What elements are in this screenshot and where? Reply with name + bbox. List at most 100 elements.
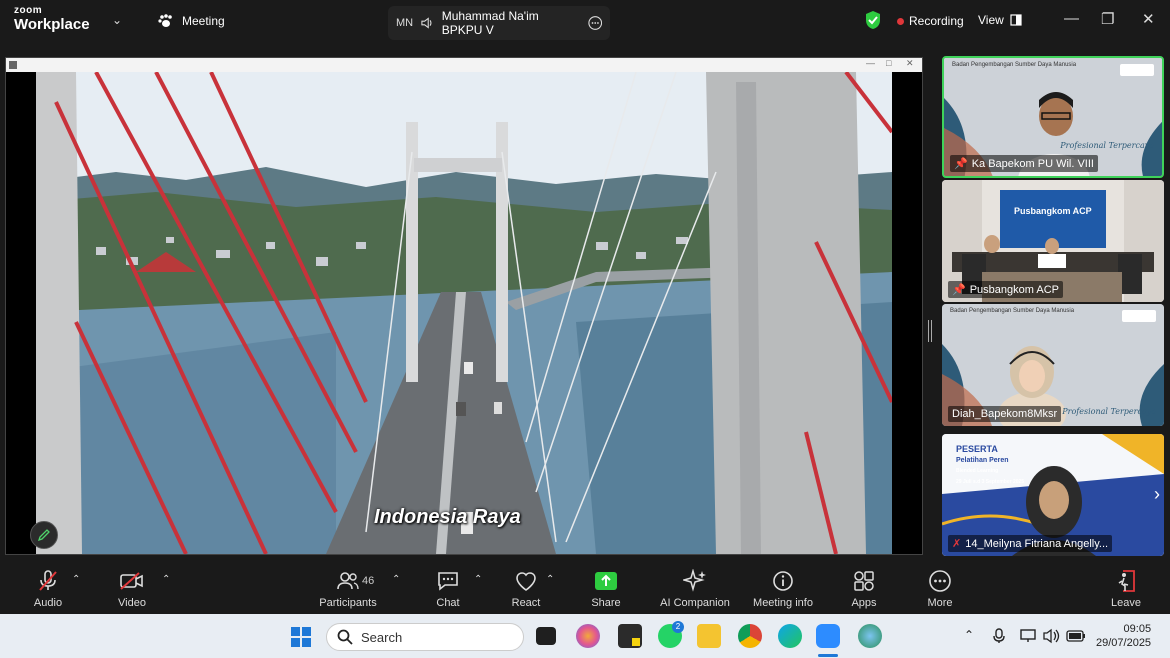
participant-name-label: Pusbangkom ACP (969, 283, 1059, 296)
info-icon (773, 571, 793, 591)
network-icon[interactable] (1020, 628, 1038, 644)
banner-title: PESERTA (956, 444, 998, 454)
recording-indicator[interactable]: Recording (897, 14, 964, 28)
meeting-menu[interactable]: Meeting (158, 14, 225, 28)
ai-companion-label: AI Companion (660, 597, 730, 609)
pin-icon: 📌 (952, 284, 966, 296)
sticky-notes-icon[interactable] (618, 624, 642, 648)
participant-tile[interactable]: Badan Pengembangan Sumber Daya Manusia P… (942, 304, 1164, 426)
shared-minimize-icon: — (866, 58, 875, 68)
active-app-indicator (818, 654, 838, 657)
slogan-text: Profesional Terpercaya (1062, 407, 1156, 416)
audio-label: Audio (33, 597, 63, 609)
more-button[interactable]: More (918, 568, 962, 609)
banner-subtitle-2: Blended Learning (956, 468, 999, 474)
annotate-button[interactable] (30, 521, 58, 549)
clock-date: 29/07/2025 (1096, 637, 1152, 649)
participant-name: Diah_Bapekom8Mksr (948, 406, 1062, 422)
react-button[interactable]: React (504, 568, 548, 609)
meeting-label: Meeting (182, 14, 225, 28)
ai-companion-button[interactable]: AI Companion (656, 568, 734, 609)
recording-label: Recording (909, 14, 964, 28)
leave-button[interactable]: Leave (1104, 568, 1148, 609)
people-icon (337, 572, 359, 590)
panel-resize-handle[interactable] (928, 320, 932, 342)
paw-icon (158, 14, 172, 27)
tray-mic-icon[interactable] (992, 628, 1006, 644)
search-icon (337, 629, 353, 645)
share-button[interactable]: Share (584, 568, 628, 609)
active-speaker-pill[interactable]: MN Muhammad Na'im BPKPU V (388, 6, 610, 40)
restore-icon[interactable]: ❐ (1101, 10, 1114, 28)
participant-name: ✗ 14_Meilyna Fitriana Angelly... (948, 535, 1113, 552)
shared-window-titlebar: — □ ✕ (6, 58, 922, 72)
task-view-icon[interactable] (536, 627, 556, 645)
grid-view-icon (1010, 14, 1022, 26)
meeting-info-button[interactable]: Meeting info (748, 568, 818, 609)
slogan-text: Profesional Terpercaya (1060, 141, 1154, 150)
app-brand[interactable]: zoom Workplace (14, 6, 90, 33)
more-dots-icon (929, 570, 951, 592)
banner-subtitle: Pelatihan Peren (956, 457, 1009, 464)
audio-button[interactable]: Audio (26, 568, 70, 609)
windows-taskbar: Search 2 ⌃ 09:05 29/07/2025 (0, 614, 1170, 658)
bridge-scene (36, 72, 892, 554)
apps-label: Apps (851, 597, 877, 609)
globe-app-icon[interactable] (858, 624, 882, 648)
close-icon[interactable]: ✕ (1142, 10, 1155, 28)
participant-tile[interactable]: Pusbangkom ACP 📌 Pusbangkom ACP (942, 180, 1164, 302)
chat-options-caret-icon[interactable]: ⌃ (474, 574, 482, 585)
more-label: More (927, 597, 953, 609)
video-button[interactable]: Video (110, 568, 154, 609)
next-page-icon[interactable]: › (1154, 484, 1160, 505)
more-options-icon[interactable] (587, 15, 602, 31)
participant-name-label: Diah_Bapekom8Mksr (952, 408, 1058, 420)
ministry-logo (1120, 64, 1154, 76)
chevron-down-icon[interactable]: ⌄ (112, 13, 122, 27)
meeting-toolbar: Audio ⌃ Video ⌃ Participants ⌃ Chat ⌃ Re… (0, 562, 1170, 614)
zoom-app-icon[interactable] (816, 624, 840, 648)
participants-options-caret-icon[interactable]: ⌃ (392, 574, 400, 585)
video-options-caret-icon[interactable]: ⌃ (162, 574, 170, 585)
volume-icon[interactable] (1043, 628, 1061, 644)
edge-icon[interactable] (778, 624, 802, 648)
participant-tile[interactable]: PESERTA Pelatihan Peren Blended Learning… (942, 434, 1164, 556)
battery-icon[interactable] (1066, 629, 1086, 643)
system-clock[interactable]: 09:05 29/07/2025 (1096, 622, 1151, 650)
view-button[interactable]: View (978, 13, 1022, 27)
taskbar-search[interactable]: Search (326, 623, 524, 651)
apps-button[interactable]: Apps (842, 568, 886, 609)
tray-overflow-icon[interactable]: ⌃ (964, 628, 974, 642)
shield-check-icon[interactable] (864, 10, 882, 30)
org-logo-text: Badan Pengembangan Sumber Daya Manusia (952, 62, 1077, 68)
participants-count-badge: 46 (362, 575, 375, 587)
top-bar: zoom Workplace ⌄ Meeting MN Muhammad Na'… (0, 0, 1170, 42)
participants-label: Participants (319, 597, 377, 609)
shared-screen[interactable]: — □ ✕ Indonesia Raya (5, 57, 923, 555)
mic-muted-icon: ✗ (952, 538, 962, 550)
copilot-icon[interactable] (576, 624, 600, 648)
speaker-name: Muhammad Na'im BPKPU V (441, 9, 539, 37)
file-explorer-icon[interactable] (697, 624, 721, 648)
react-options-caret-icon[interactable]: ⌃ (546, 574, 554, 585)
video-caption: Indonesia Raya (374, 506, 521, 528)
participant-tile[interactable]: Badan Pengembangan Sumber Daya Manusia P… (942, 56, 1164, 178)
speaker-initials: MN (396, 17, 414, 29)
pin-icon: 📌 (954, 158, 968, 170)
leave-icon (1118, 570, 1135, 592)
pencil-icon (37, 529, 50, 542)
chrome-icon[interactable] (738, 624, 762, 648)
minimize-icon[interactable]: — (1064, 10, 1079, 27)
shared-close-icon: ✕ (906, 58, 914, 68)
speaker-volume-icon (421, 17, 432, 29)
audio-options-caret-icon[interactable]: ⌃ (72, 574, 80, 585)
org-logo-text: Badan Pengembangan Sumber Daya Manusia (950, 308, 1075, 314)
search-placeholder: Search (361, 629, 403, 645)
chat-button[interactable]: Chat (426, 568, 470, 609)
meeting-info-label: Meeting info (753, 597, 813, 609)
banner-dates: 29 Juli s.d 3 September 2025 (956, 479, 1025, 485)
record-dot-icon (897, 17, 904, 25)
banner-text: PESERTA Pelatihan Peren Blended Learning… (956, 444, 1024, 488)
windows-start-icon[interactable] (290, 626, 312, 648)
view-label: View (978, 13, 1004, 27)
